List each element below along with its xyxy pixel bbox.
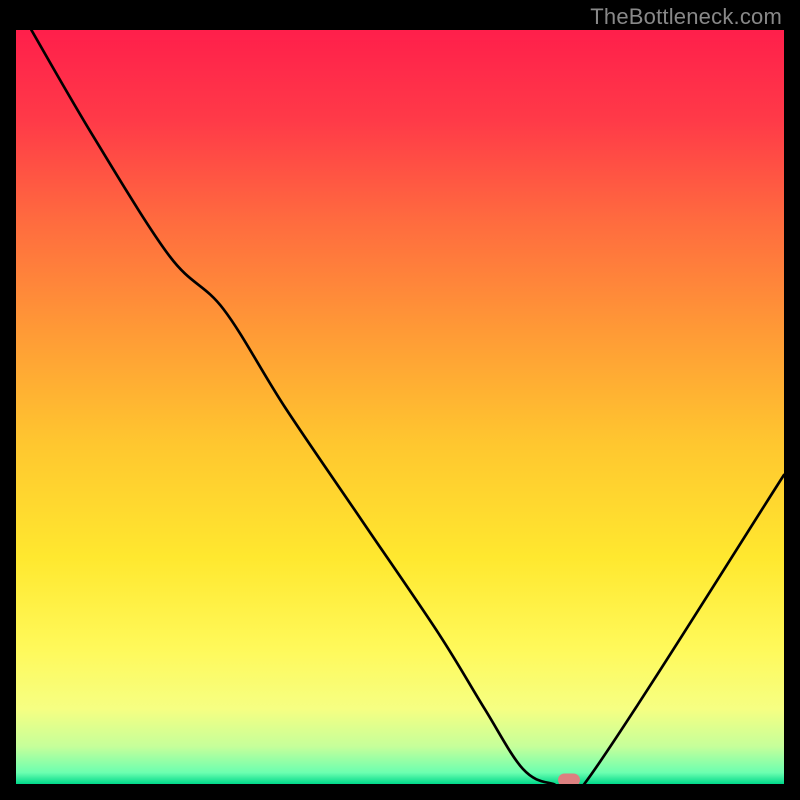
curve-line [16,30,784,784]
watermark-text: TheBottleneck.com [590,4,782,30]
highlight-marker [558,774,580,785]
chart-container: TheBottleneck.com [0,0,800,800]
plot-area [16,30,784,784]
